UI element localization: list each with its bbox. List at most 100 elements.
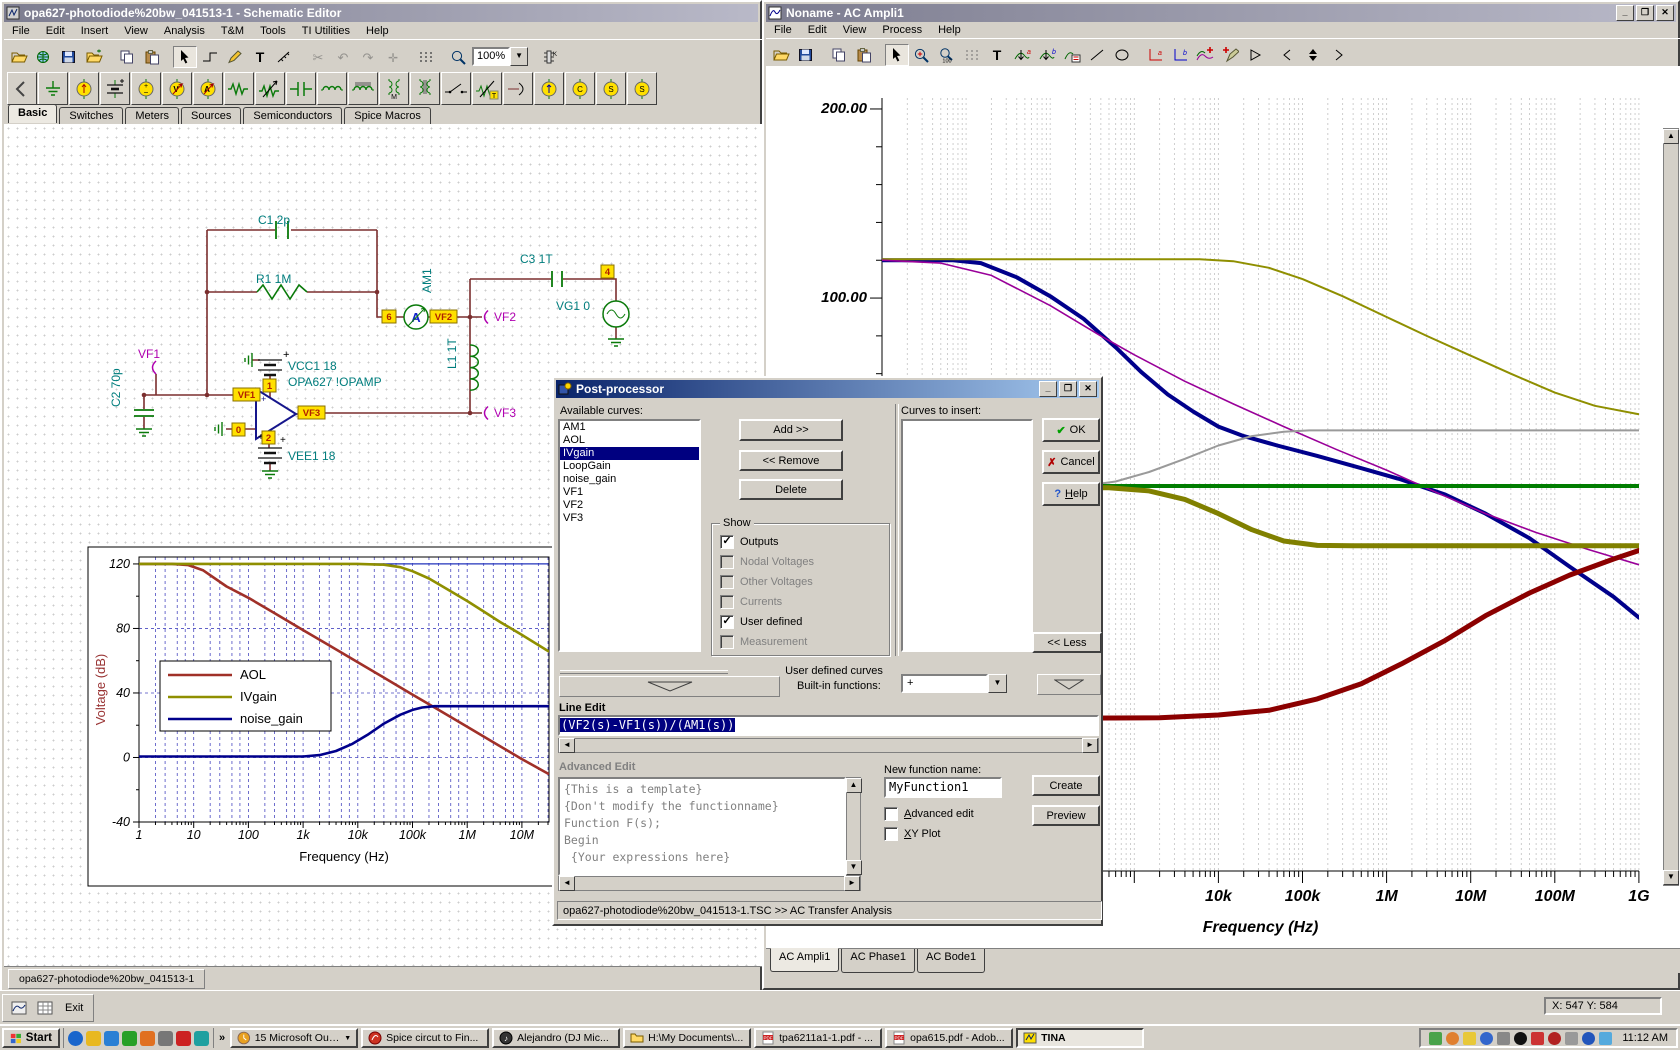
curve-item-vf3[interactable]: VF3 (560, 512, 699, 525)
copy-button[interactable] (827, 44, 851, 66)
checkbox-icon[interactable]: ✓ (720, 635, 734, 649)
spin-ud-button[interactable] (1301, 44, 1325, 66)
controlled-source-1-button[interactable] (534, 72, 564, 105)
cursor-b-button[interactable]: b (1035, 44, 1059, 66)
text-button[interactable]: T (985, 44, 1009, 66)
checkbox-icon[interactable]: ✓ (720, 555, 734, 569)
collapse-panel-button-right[interactable] (1037, 674, 1101, 695)
tab-ac-phase1[interactable]: AC Phase1 (841, 949, 916, 973)
taskbar-button-spice[interactable]: Spice circut to Fin... (361, 1028, 490, 1048)
battery-button[interactable] (100, 72, 130, 105)
axis-b-button[interactable]: b (1168, 44, 1192, 66)
dialog-close-icon[interactable]: ✕ (1079, 381, 1097, 397)
close-icon[interactable]: ✕ (1656, 5, 1674, 21)
menu-view[interactable]: View (116, 23, 156, 39)
zoom-in-button[interactable] (910, 44, 934, 66)
taskbar-button-outlook[interactable]: 15 Microsoft Outl... ▼ (230, 1028, 359, 1048)
ammeter-am1[interactable]: A (403, 304, 429, 330)
capacitor-button[interactable] (286, 72, 316, 105)
dropdown-arrow-icon[interactable]: ▼ (510, 47, 528, 66)
quick-launch-icon-1[interactable] (68, 1030, 83, 1046)
resistor-button[interactable] (224, 72, 254, 105)
quick-launch-icon-4[interactable] (122, 1030, 137, 1046)
cursor-a-button[interactable]: a (1010, 44, 1034, 66)
voltmeter-button[interactable]: V (162, 72, 192, 105)
scroll-left-icon[interactable]: ◄ (559, 876, 575, 891)
save-button[interactable] (794, 44, 818, 66)
voltage-source-button[interactable]: + − (131, 72, 161, 105)
undo-button[interactable]: ↶ (331, 45, 355, 68)
save-button[interactable] (57, 45, 81, 68)
cursor-button[interactable] (885, 44, 909, 66)
xy-plot-checkbox[interactable]: ✓ XY Plot (876, 824, 941, 844)
chevron-icon[interactable]: » (217, 1032, 227, 1044)
remove-button[interactable]: << Remove (739, 450, 843, 471)
taskbar-button-tpa6211a[interactable]: PDF tpa6211a1-1.pdf - ... (754, 1028, 883, 1048)
taskbar-button-folder[interactable]: H:\My Documents\... (623, 1028, 752, 1048)
tray-icon-7[interactable] (1531, 1031, 1545, 1045)
scroll-up-icon[interactable]: ▲ (845, 778, 862, 793)
quick-launch-icon-7[interactable] (176, 1030, 191, 1046)
dialog-maximize-icon[interactable]: ❐ (1059, 381, 1077, 397)
show-checkbox-currents[interactable]: ✓ Currents (712, 592, 889, 612)
show-checkbox-measurement[interactable]: ✓ Measurement (712, 632, 889, 652)
collapse-panel-button[interactable] (559, 676, 780, 697)
show-checkbox-outputs[interactable]: ✓ Outputs (712, 532, 889, 552)
line-button[interactable] (1085, 44, 1109, 66)
tray-icon-3[interactable] (1463, 1031, 1477, 1045)
taskbar-button-opa615.p[interactable]: PDF opa615.pdf - Adob... (885, 1028, 1014, 1048)
tray-icon-4[interactable] (1480, 1031, 1494, 1045)
scroll-up-icon[interactable]: ▲ (1663, 129, 1679, 144)
quick-launch-icon-5[interactable] (140, 1030, 155, 1046)
pencil-button[interactable] (223, 45, 247, 68)
line-edit-scrollbar[interactable]: ◄ ► (558, 738, 1099, 753)
checkbox-icon[interactable]: ✓ (884, 807, 898, 821)
scroll-right-icon[interactable]: ► (844, 876, 860, 891)
taskbar-button-music[interactable]: ♪ Alejandro (DJ Mic... (492, 1028, 621, 1048)
play-button[interactable] (1243, 44, 1267, 66)
terminal-vf2[interactable] (483, 309, 489, 325)
dropdown-arrow-icon[interactable]: ▼ (344, 1035, 351, 1042)
capacitor-c2[interactable] (134, 409, 154, 417)
tab-ac-bode1[interactable]: AC Bode1 (917, 949, 986, 973)
start-button[interactable]: Start (2, 1028, 60, 1048)
redo-button[interactable]: ↷ (356, 45, 380, 68)
legend-button[interactable] (1060, 44, 1084, 66)
checkbox-icon[interactable]: ✓ (884, 827, 898, 841)
battery-vcc1[interactable]: + (258, 349, 289, 377)
ac-title-bar[interactable]: Noname - AC Ampli1 _ ❐ ✕ (766, 4, 1676, 22)
menu-help[interactable]: Help (930, 22, 969, 38)
paste-button[interactable] (140, 45, 164, 68)
show-checkbox-nodal-voltages[interactable]: ✓ Nodal Voltages (712, 552, 889, 572)
cursor-button[interactable] (173, 45, 197, 68)
checkbox-icon[interactable]: ✓ (720, 595, 734, 609)
show-checkbox-user-defined[interactable]: ✓ User defined (712, 612, 889, 632)
menu-t-m[interactable]: T&M (213, 23, 252, 39)
open-button[interactable] (7, 45, 31, 68)
component-tab-semiconductors[interactable]: Semiconductors (243, 107, 343, 124)
quick-launch-icon-8[interactable] (194, 1030, 209, 1046)
quick-launch-icon-6[interactable] (158, 1030, 173, 1046)
ruler-button[interactable] (273, 45, 297, 68)
component-tab-meters[interactable]: Meters (125, 107, 180, 124)
advanced-edit-checkbox[interactable]: ✓ Advanced edit (876, 804, 974, 824)
terminal-button[interactable] (503, 72, 533, 105)
resistor-r1[interactable] (256, 283, 308, 301)
curve-item-ivgain[interactable]: IVgain (560, 447, 699, 460)
zoom-button[interactable] (447, 45, 471, 68)
checkbox-icon[interactable]: ✓ (720, 575, 734, 589)
tray-icon-8[interactable] (1548, 1031, 1562, 1045)
cut-button[interactable]: ✂ (306, 45, 330, 68)
scroll-left-button[interactable] (7, 72, 37, 105)
open-file-button[interactable] (82, 45, 106, 68)
tray-icon-11[interactable] (1599, 1031, 1613, 1045)
menu-edit[interactable]: Edit (800, 22, 835, 38)
plot-vertical-scrollbar[interactable]: ▲ ▼ (1663, 128, 1679, 886)
builtin-functions-dropdown[interactable]: + ▼ (901, 674, 1007, 693)
menu-view[interactable]: View (835, 22, 875, 38)
grid-button[interactable] (414, 45, 438, 68)
menu-analysis[interactable]: Analysis (156, 23, 213, 39)
advanced-edit-textarea[interactable]: {This is a template} {Don't modify the f… (558, 777, 846, 876)
document-tab[interactable]: opa627-photodiode%20bw_041513-1 (8, 969, 206, 989)
embedded-diagram-chart[interactable]: 1 10 100 1k 10k 100k 1M 10M 120 80 40 0 -40 Frequency… (87, 546, 562, 887)
